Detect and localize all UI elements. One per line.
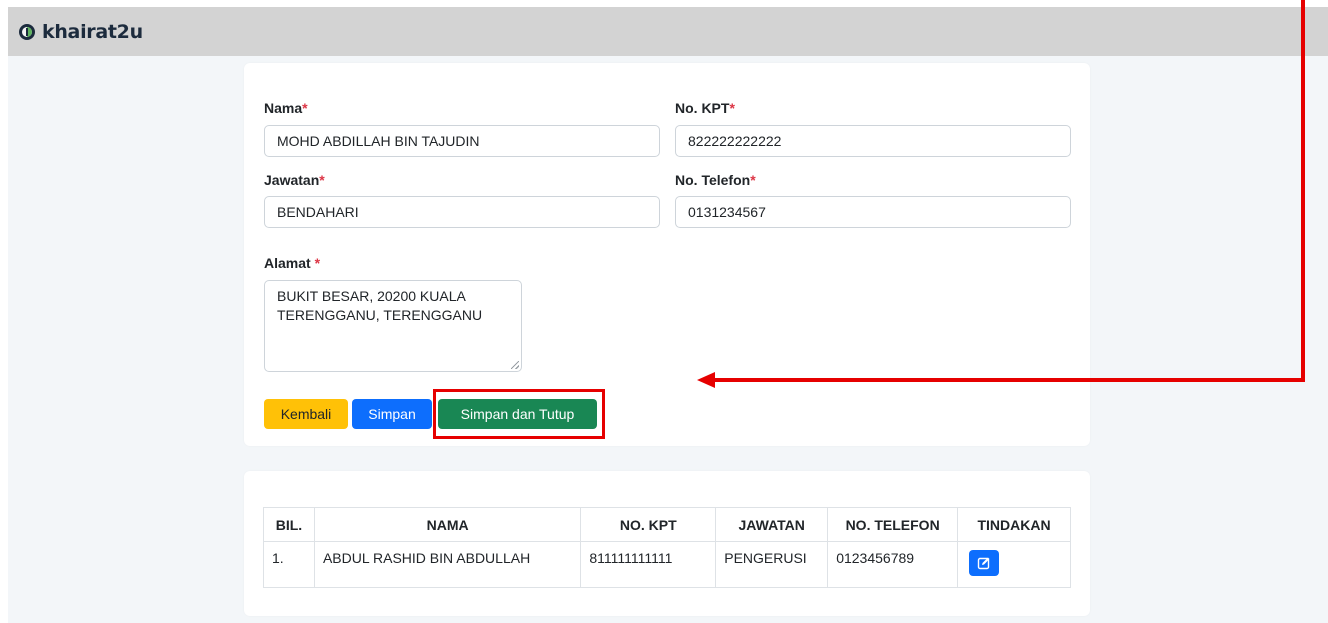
column-header-bil: BIL. [263,507,315,542]
cell-telefon: 0123456789 [827,541,959,588]
khairat2u-logo-icon [18,23,36,41]
jawatan-label-text: Jawatan [264,172,320,188]
kpt-value: 822222222222 [688,133,782,149]
telefon-label-text: No. Telefon [675,172,751,188]
required-mark: * [302,100,308,116]
cell-tindakan [957,541,1071,588]
cell-kpt: 811111111111 [580,541,717,588]
nama-value: MOHD ABDILLAH BIN TAJUDIN [277,133,480,149]
nama-input[interactable]: MOHD ABDILLAH BIN TAJUDIN [264,125,660,157]
column-header-kpt: NO. KPT [580,507,717,542]
cell-bil: 1. [263,541,315,588]
telefon-input[interactable]: 0131234567 [675,196,1071,228]
member-table: BIL. NAMA NO. KPT JAWATAN NO. TELEFON TI… [263,507,1071,588]
alamat-label: Alamat * [264,255,320,271]
alamat-value: BUKIT BESAR, 20200 KUALA TERENGGANU, TER… [277,288,483,323]
cell-jawatan: PENGERUSI [715,541,829,588]
column-header-tindakan: TINDAKAN [957,507,1071,542]
required-mark: * [314,255,321,271]
brand-name: khairat2u [42,20,143,43]
telefon-label: No. Telefon* [675,172,756,188]
annotation-arrowhead-icon [697,372,715,388]
cell-nama: ABDUL RASHID BIN ABDULLAH [313,541,582,588]
alamat-textarea[interactable]: BUKIT BESAR, 20200 KUALA TERENGGANU, TER… [264,280,522,372]
brand[interactable]: khairat2u [18,21,143,43]
simpan-button[interactable]: Simpan [352,399,432,429]
column-header-nama: NAMA [313,507,582,542]
annotation-arrow-horizontal [712,378,1305,382]
kpt-label-text: No. KPT [675,100,730,116]
jawatan-label: Jawatan* [264,172,325,188]
member-form-card [244,63,1090,446]
jawatan-value: BENDAHARI [277,204,359,220]
required-mark: * [729,100,735,116]
required-mark: * [750,172,756,188]
nama-label: Nama* [264,100,308,116]
kpt-input[interactable]: 822222222222 [675,125,1071,157]
table-header-row: BIL. NAMA NO. KPT JAWATAN NO. TELEFON TI… [263,507,1071,542]
resize-handle[interactable] [511,361,519,369]
kpt-label: No. KPT* [675,100,735,116]
kembali-button[interactable]: Kembali [264,399,348,429]
top-navbar: khairat2u [8,7,1328,56]
required-mark: * [319,172,325,188]
nama-label-text: Nama [264,100,303,116]
alamat-label-text: Alamat [264,255,315,271]
jawatan-input[interactable]: BENDAHARI [264,196,660,228]
column-header-telefon: NO. TELEFON [827,507,959,542]
edit-icon [977,557,990,570]
annotation-highlight-box [433,389,605,439]
annotation-arrow-vertical [1301,0,1305,381]
telefon-value: 0131234567 [688,204,766,220]
column-header-jawatan: JAWATAN [715,507,829,542]
edit-button[interactable] [969,550,1000,576]
table-row: 1. ABDUL RASHID BIN ABDULLAH 81111111111… [263,541,1071,588]
